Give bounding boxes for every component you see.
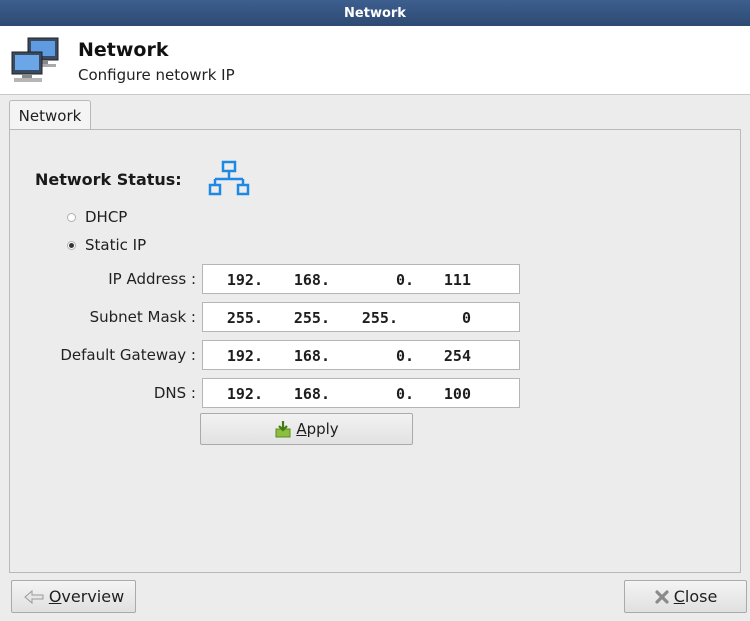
close-button[interactable]: Close: [624, 580, 747, 613]
default-gateway-label: Default Gateway :: [60, 346, 196, 364]
radio-dhcp[interactable]: DHCP: [67, 208, 127, 226]
dns-octet-1[interactable]: 192.: [223, 385, 263, 403]
default-gateway-octet-2[interactable]: 168.: [290, 347, 330, 365]
radio-static-ip[interactable]: Static IP: [67, 236, 146, 254]
default-gateway-octet-4[interactable]: 254: [431, 347, 471, 365]
default-gateway-octet-3[interactable]: 0.: [374, 347, 414, 365]
subnet-mask-octet-3[interactable]: 255.: [358, 309, 398, 327]
ip-address-octet-4[interactable]: 111: [431, 271, 471, 289]
apply-mnemonic: A: [296, 420, 307, 438]
dns-octet-4[interactable]: 100: [431, 385, 471, 403]
back-arrow-icon: [24, 589, 44, 604]
radio-dhcp-indicator: [67, 212, 76, 222]
dns-label: DNS :: [153, 384, 196, 402]
ip-address-field[interactable]: 192. 168. 0. 111: [202, 264, 520, 294]
apply-button[interactable]: Apply: [200, 413, 413, 445]
close-label: lose: [684, 587, 718, 606]
subnet-mask-field[interactable]: 255. 255. 255. 0: [202, 302, 520, 332]
network-computers-icon: [11, 37, 59, 82]
network-topology-icon: [208, 160, 250, 196]
subnet-mask-octet-2[interactable]: 255.: [290, 309, 330, 327]
ip-address-label: IP Address :: [108, 270, 196, 288]
dialog-header: Network Configure netowrk IP: [0, 26, 750, 95]
dialog-title: Network: [78, 39, 169, 61]
overview-button[interactable]: Overview: [11, 580, 136, 613]
default-gateway-octet-1[interactable]: 192.: [223, 347, 263, 365]
ip-address-octet-2[interactable]: 168.: [290, 271, 330, 289]
dialog-subtitle: Configure netowrk IP: [78, 66, 235, 84]
ip-address-octet-1[interactable]: 192.: [223, 271, 263, 289]
dns-octet-3[interactable]: 0.: [374, 385, 414, 403]
apply-arrow-icon: [275, 421, 291, 438]
dns-octet-2[interactable]: 168.: [290, 385, 330, 403]
subnet-mask-label: Subnet Mask :: [89, 308, 196, 326]
tab-label: Network: [18, 106, 82, 125]
radio-static-ip-indicator: [67, 240, 76, 250]
overview-mnemonic: O: [48, 587, 62, 606]
dns-field[interactable]: 192. 168. 0. 100: [202, 378, 520, 408]
network-panel: Network Status: DHCP Static IP IP Addres…: [9, 129, 741, 573]
tab-network[interactable]: Network: [9, 100, 91, 130]
radio-static-ip-label: Static IP: [85, 236, 147, 254]
default-gateway-field[interactable]: 192. 168. 0. 254: [202, 340, 520, 370]
subnet-mask-octet-4[interactable]: 0: [431, 309, 471, 327]
overview-label: verview: [61, 587, 125, 606]
close-mnemonic: C: [673, 587, 685, 606]
subnet-mask-octet-1[interactable]: 255.: [223, 309, 263, 327]
network-status-label: Network Status:: [35, 170, 182, 189]
window-titlebar[interactable]: Network: [0, 0, 750, 26]
ip-address-octet-3[interactable]: 0.: [374, 271, 414, 289]
radio-dhcp-label: DHCP: [85, 208, 128, 226]
close-x-icon: [655, 589, 669, 604]
apply-label: pply: [306, 420, 339, 438]
window-title: Network: [344, 5, 406, 21]
